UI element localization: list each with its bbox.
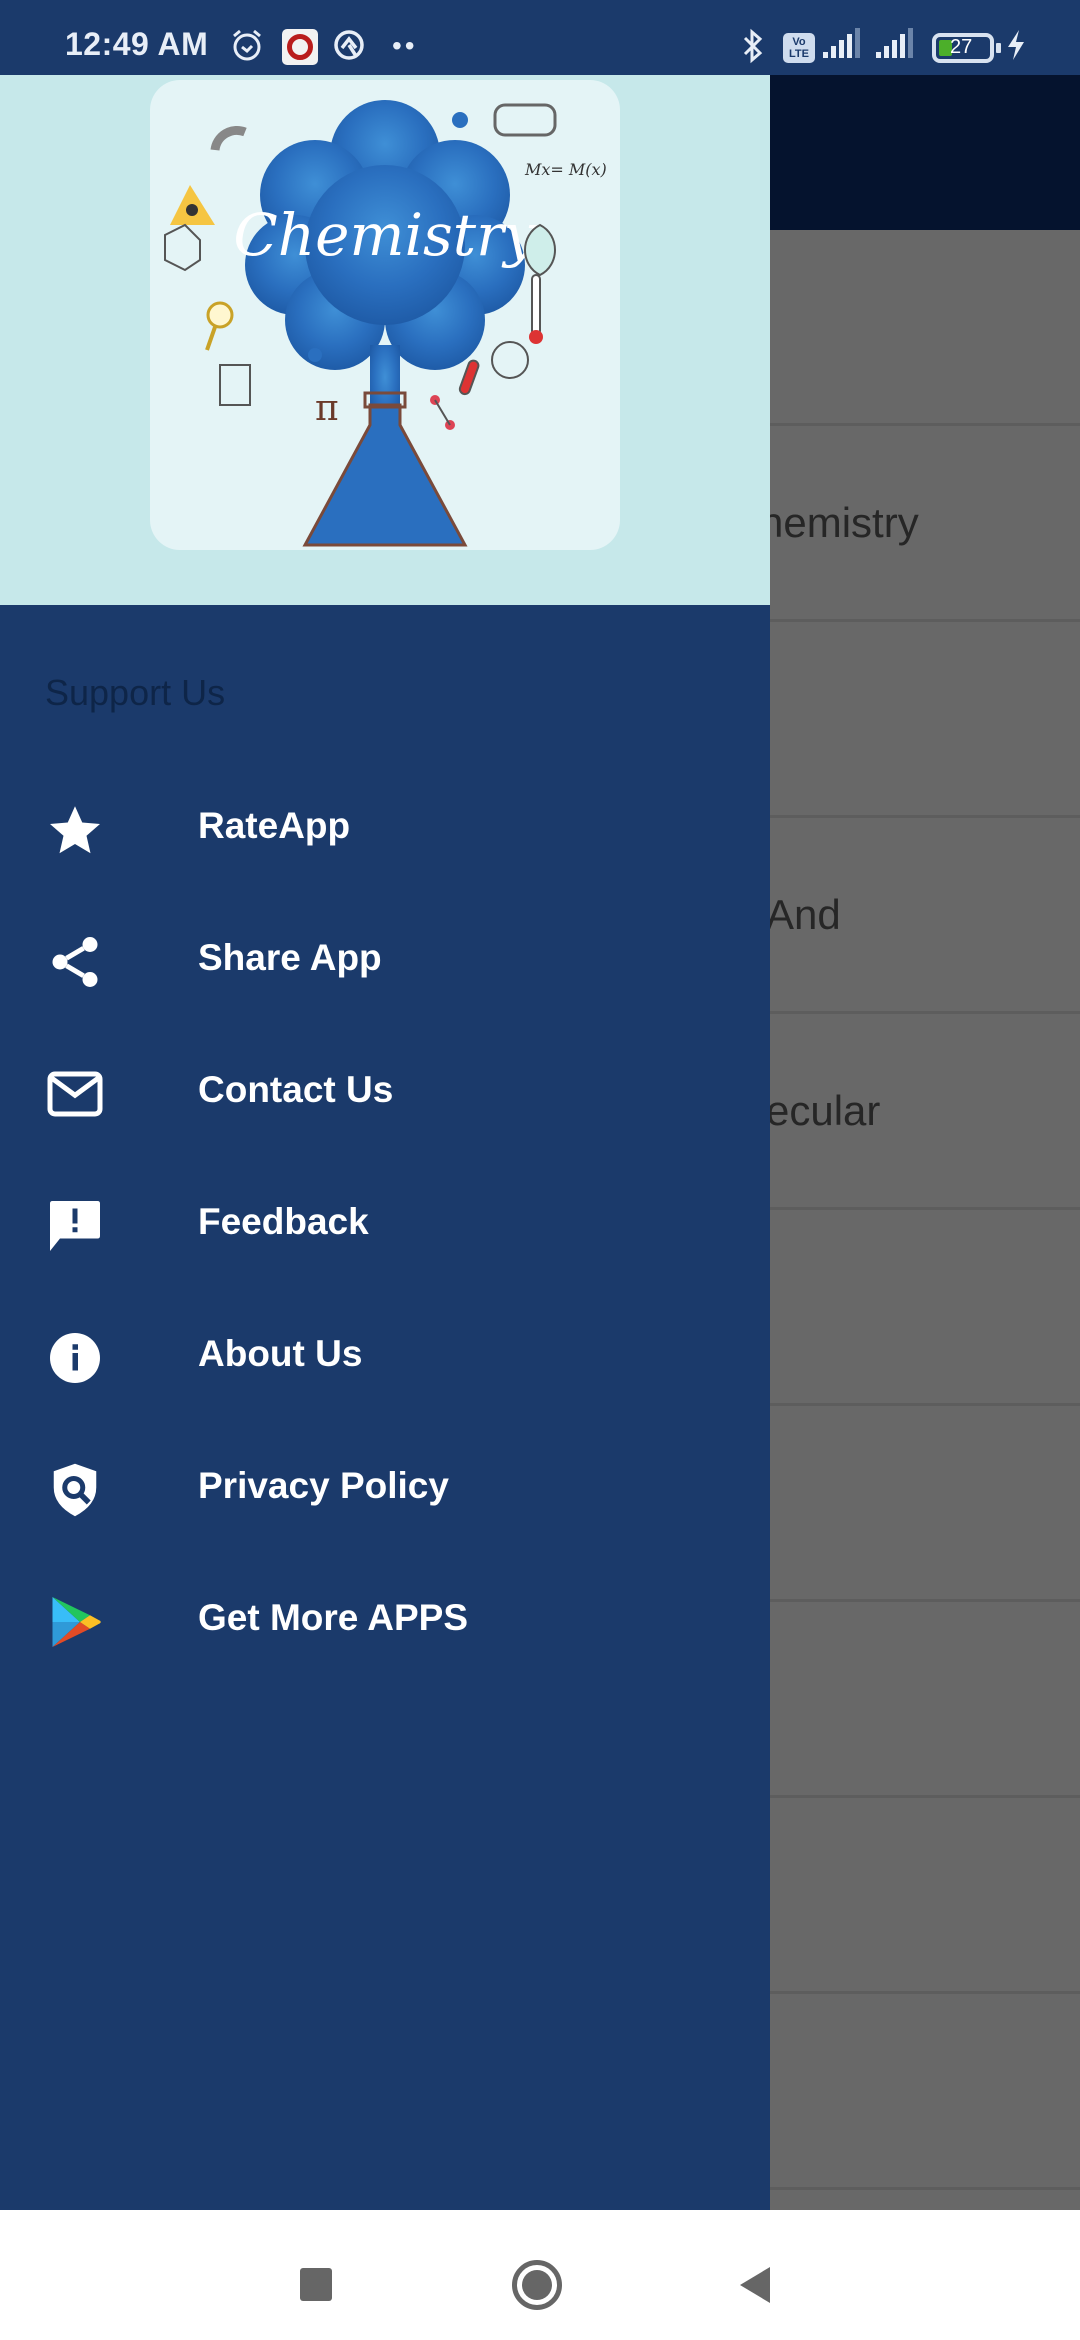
back-button[interactable] xyxy=(740,2267,770,2303)
system-nav-bar xyxy=(0,2210,1080,2340)
drawer-item-label: About Us xyxy=(198,1333,363,1374)
share-icon xyxy=(52,937,98,987)
signal-sim2-icon xyxy=(876,28,913,58)
drawer-item-label: Get More APPS xyxy=(198,1597,469,1638)
section-title-support-us: Support Us xyxy=(45,672,226,713)
drawer-item-rate-app[interactable]: RateApp xyxy=(0,767,770,887)
drawer-item-label: Feedback xyxy=(198,1201,369,1242)
navigation-drawer: Chemistry π Mx= M(x) Support Us RateApp … xyxy=(0,75,770,2210)
charging-icon xyxy=(1008,30,1024,60)
recents-button[interactable] xyxy=(300,2268,332,2301)
drawer-item-label: RateApp xyxy=(198,805,351,846)
drawer-item-contact-us[interactable]: Contact Us xyxy=(0,1031,770,1151)
home-button[interactable] xyxy=(512,2260,562,2310)
status-time: 12:49 AM xyxy=(65,26,209,62)
drawer-header: Chemistry π Mx= M(x) xyxy=(0,75,770,605)
battery-icon: 27 xyxy=(932,33,1001,63)
battery-level: 27 xyxy=(950,36,973,58)
more-notifications-icon: •• xyxy=(392,30,418,61)
alarm-icon xyxy=(233,29,261,61)
drawer-item-label: Privacy Policy xyxy=(198,1465,449,1506)
star-icon xyxy=(50,806,100,854)
drawer-item-share-app[interactable]: Share App xyxy=(0,899,770,1019)
bluetooth-icon xyxy=(743,28,763,64)
svg-text:Mx= M(x): Mx= M(x) xyxy=(524,160,607,179)
info-icon xyxy=(50,1333,100,1383)
screen-recorder-app-icon xyxy=(282,29,318,65)
privacy-shield-icon xyxy=(53,1463,97,1517)
play-store-icon xyxy=(52,1597,101,1647)
data-saver-icon xyxy=(334,30,364,60)
drawer-item-get-more-apps[interactable]: Get More APPS xyxy=(0,1559,770,1679)
volte-icon: Vo LTE xyxy=(783,33,815,63)
chemistry-header-image: Chemistry π Mx= M(x) xyxy=(150,80,620,550)
svg-text:π: π xyxy=(315,388,339,429)
drawer-item-label: Share App xyxy=(198,937,382,978)
drawer-item-label: Contact Us xyxy=(198,1069,394,1110)
drawer-item-feedback[interactable]: Feedback xyxy=(0,1163,770,1283)
feedback-icon xyxy=(50,1201,100,1251)
status-bar: 12:49 AM •• Vo LTE 27 xyxy=(0,0,1080,75)
drawer-item-about-us[interactable]: About Us xyxy=(0,1295,770,1415)
header-title: Chemistry xyxy=(233,201,537,269)
mail-icon xyxy=(47,1071,103,1117)
drawer-item-privacy-policy[interactable]: Privacy Policy xyxy=(0,1427,770,1547)
signal-sim1-icon xyxy=(823,28,860,58)
